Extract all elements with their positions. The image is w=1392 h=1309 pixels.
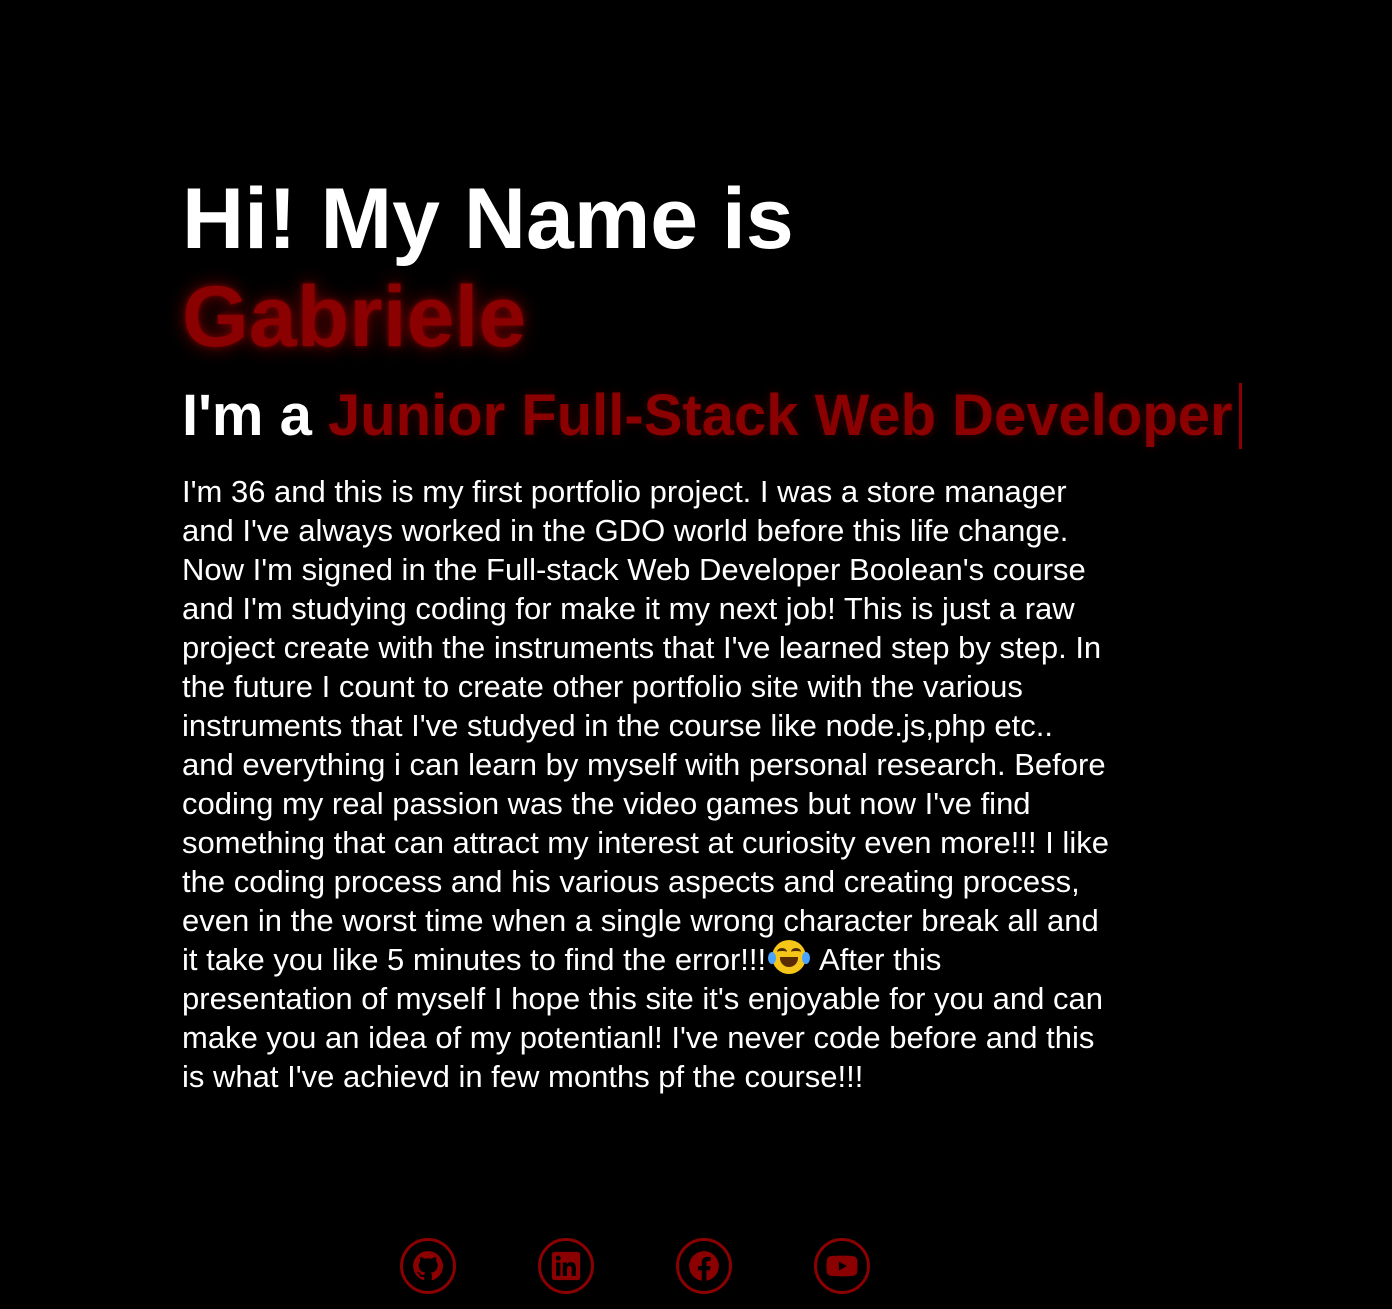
role-prefix: I'm a [182,383,312,448]
typed-role-text: Junior Full-Stack Web Developer [327,383,1233,448]
hero-section: Hi! My Name is Gabriele I'm a Junior Ful… [182,170,1332,1096]
typing-cursor [1238,383,1242,449]
youtube-icon [826,1255,858,1277]
github-icon [413,1251,444,1281]
bio-text-part-1: I'm 36 and this is my first portfolio pr… [182,474,1109,977]
social-links [400,1238,870,1294]
name-heading: Gabriele [182,269,527,365]
facebook-link[interactable] [676,1238,732,1294]
linkedin-icon [551,1251,581,1281]
youtube-link[interactable] [814,1238,870,1294]
facebook-icon [689,1251,719,1281]
role-line: I'm a Junior Full-Stack Web Developer [182,380,1332,452]
greeting-heading: Hi! My Name is [182,171,794,267]
bio-paragraph: I'm 36 and this is my first portfolio pr… [182,472,1112,1096]
laughing-tears-emoji-icon [768,940,811,974]
github-link[interactable] [400,1238,456,1294]
linkedin-link[interactable] [538,1238,594,1294]
